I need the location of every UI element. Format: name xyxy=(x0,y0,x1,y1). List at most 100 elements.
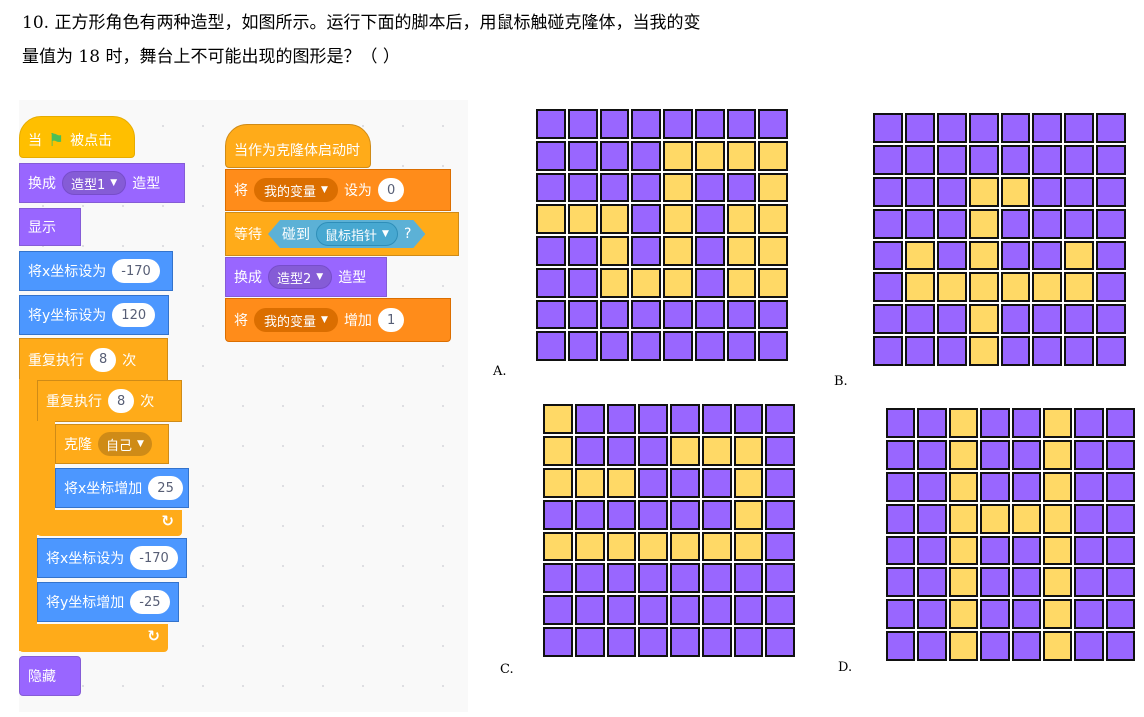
grid-cell xyxy=(1105,471,1135,502)
grid-cell xyxy=(1096,272,1126,303)
when-flag-clicked-block[interactable]: 当 ⚑ 被点击 xyxy=(19,116,135,158)
block-label: 将y坐标设为 xyxy=(28,308,107,324)
grid-cell xyxy=(536,331,566,361)
grid-cell xyxy=(536,299,566,330)
grid-cell xyxy=(1105,599,1135,630)
grid-cell xyxy=(1074,408,1104,438)
grid-cell xyxy=(694,172,725,203)
grid-cell xyxy=(599,236,630,266)
grid-cell xyxy=(936,272,967,303)
grid-cell xyxy=(733,627,764,657)
inner-repeat-block[interactable]: 重复执行 8 次 xyxy=(37,380,182,422)
reset-x-input[interactable]: -170 xyxy=(130,546,178,570)
repeat-block[interactable]: 重复执行 8 次 xyxy=(19,338,168,380)
grid-cell xyxy=(567,299,598,330)
option-b-label: B. xyxy=(834,374,848,389)
grid-cell xyxy=(663,204,693,234)
switch-costume-block-2[interactable]: 换成 造型2 ▼ 造型 xyxy=(225,257,387,297)
set-variable-input[interactable]: 0 xyxy=(377,178,405,202)
grid-cell xyxy=(1096,144,1126,175)
grid-cell xyxy=(886,567,916,598)
create-clone-block[interactable]: 克隆 自己 ▼ xyxy=(55,424,169,464)
change-y-block[interactable]: 将y坐标增加 -25 xyxy=(37,582,179,622)
touching-target-dropdown[interactable]: 鼠标指针 ▼ xyxy=(316,222,398,246)
grid-cell xyxy=(733,595,764,626)
set-variable-block[interactable]: 将 我的变量 ▼ 设为 0 xyxy=(225,169,451,211)
grid-cell xyxy=(917,631,947,661)
grid-cell xyxy=(948,439,979,470)
set-x-input[interactable]: -170 xyxy=(112,259,160,283)
caret-down-icon: ▼ xyxy=(321,315,328,325)
grid-cell xyxy=(886,471,916,502)
touching-sensor[interactable]: 碰到 鼠标指针 ▼ ? xyxy=(268,220,425,248)
grid-cell xyxy=(873,113,903,143)
grid-cell xyxy=(1042,599,1073,630)
grid-cell xyxy=(904,176,935,207)
grid-cell xyxy=(694,331,725,361)
grid-cell xyxy=(873,240,903,271)
variable-dropdown[interactable]: 我的变量 ▼ xyxy=(254,308,338,332)
clone-target-dropdown[interactable]: 自己 ▼ xyxy=(98,432,152,456)
grid-cell xyxy=(758,236,788,266)
grid-cell xyxy=(567,172,598,203)
grid-cell xyxy=(726,140,757,171)
grid-cell xyxy=(1042,631,1073,661)
set-y-input[interactable]: 120 xyxy=(112,303,156,327)
option-a-label: A. xyxy=(493,364,507,379)
grid-cell xyxy=(765,404,795,434)
grid-cell xyxy=(904,240,935,271)
grid-cell xyxy=(670,563,700,594)
grid-cell xyxy=(606,531,637,562)
repeat-count-input[interactable]: 8 xyxy=(90,347,117,372)
question-line-2: 量值为 18 时，舞台上不可能出现的图形是？（ ） xyxy=(22,47,400,67)
block-label: 将 xyxy=(234,313,248,329)
repeat-arm xyxy=(19,379,37,651)
grid-cell xyxy=(765,627,795,657)
grid-cell xyxy=(536,204,566,234)
change-variable-input[interactable]: 1 xyxy=(377,308,405,332)
set-x-block[interactable]: 将x坐标设为 -170 xyxy=(19,251,173,291)
grid-cell xyxy=(1064,208,1095,239)
grid-cell xyxy=(1000,304,1031,335)
grid-cell xyxy=(886,503,916,534)
hide-block[interactable]: 隐藏 xyxy=(19,656,81,696)
grid-cell xyxy=(1074,567,1104,598)
grid-cell xyxy=(536,267,566,298)
grid-cell xyxy=(917,503,947,534)
wait-until-block[interactable]: 等待 碰到 鼠标指针 ▼ ? xyxy=(225,212,459,256)
grid-cell xyxy=(1032,304,1063,335)
grid-cell xyxy=(948,599,979,630)
inner-repeat-count-input[interactable]: 8 xyxy=(108,389,135,413)
costume-dropdown[interactable]: 造型1 ▼ xyxy=(62,171,127,195)
grid-cell xyxy=(701,627,732,657)
costume-dropdown[interactable]: 造型2 ▼ xyxy=(268,265,333,289)
grid-cell xyxy=(917,567,947,598)
change-x-input[interactable]: 25 xyxy=(148,476,183,500)
change-variable-block[interactable]: 将 我的变量 ▼ 增加 1 xyxy=(225,298,451,342)
grid-cell xyxy=(1000,144,1031,175)
switch-costume-block[interactable]: 换成 造型1 ▼ 造型 xyxy=(19,163,185,203)
grid-cell xyxy=(1000,272,1031,303)
grid-cell xyxy=(886,631,916,661)
grid-cell xyxy=(904,304,935,335)
grid-cell xyxy=(574,563,605,594)
option-d-label: D. xyxy=(838,660,853,675)
when-clone-starts-block[interactable]: 当作为克隆体启动时 xyxy=(225,124,371,168)
block-label: 设为 xyxy=(343,183,372,199)
show-block[interactable]: 显示 xyxy=(19,208,81,246)
caret-down-icon: ▼ xyxy=(316,272,324,282)
grid-cell xyxy=(638,595,668,626)
variable-dropdown[interactable]: 我的变量 ▼ xyxy=(254,178,338,202)
grid-cell xyxy=(701,404,732,434)
reset-x-block[interactable]: 将x坐标设为 -170 xyxy=(37,538,187,578)
grid-cell xyxy=(726,299,757,330)
grid-cell xyxy=(1000,240,1031,271)
grid-cell xyxy=(765,531,795,562)
grid-cell xyxy=(1000,113,1031,143)
hat-clicked-text: 被点击 xyxy=(70,133,113,149)
grid-cell xyxy=(543,499,573,530)
change-y-input[interactable]: -25 xyxy=(130,590,170,614)
change-x-block[interactable]: 将x坐标增加 25 xyxy=(55,468,189,508)
grid-cell xyxy=(904,208,935,239)
set-y-block[interactable]: 将y坐标设为 120 xyxy=(19,295,169,335)
